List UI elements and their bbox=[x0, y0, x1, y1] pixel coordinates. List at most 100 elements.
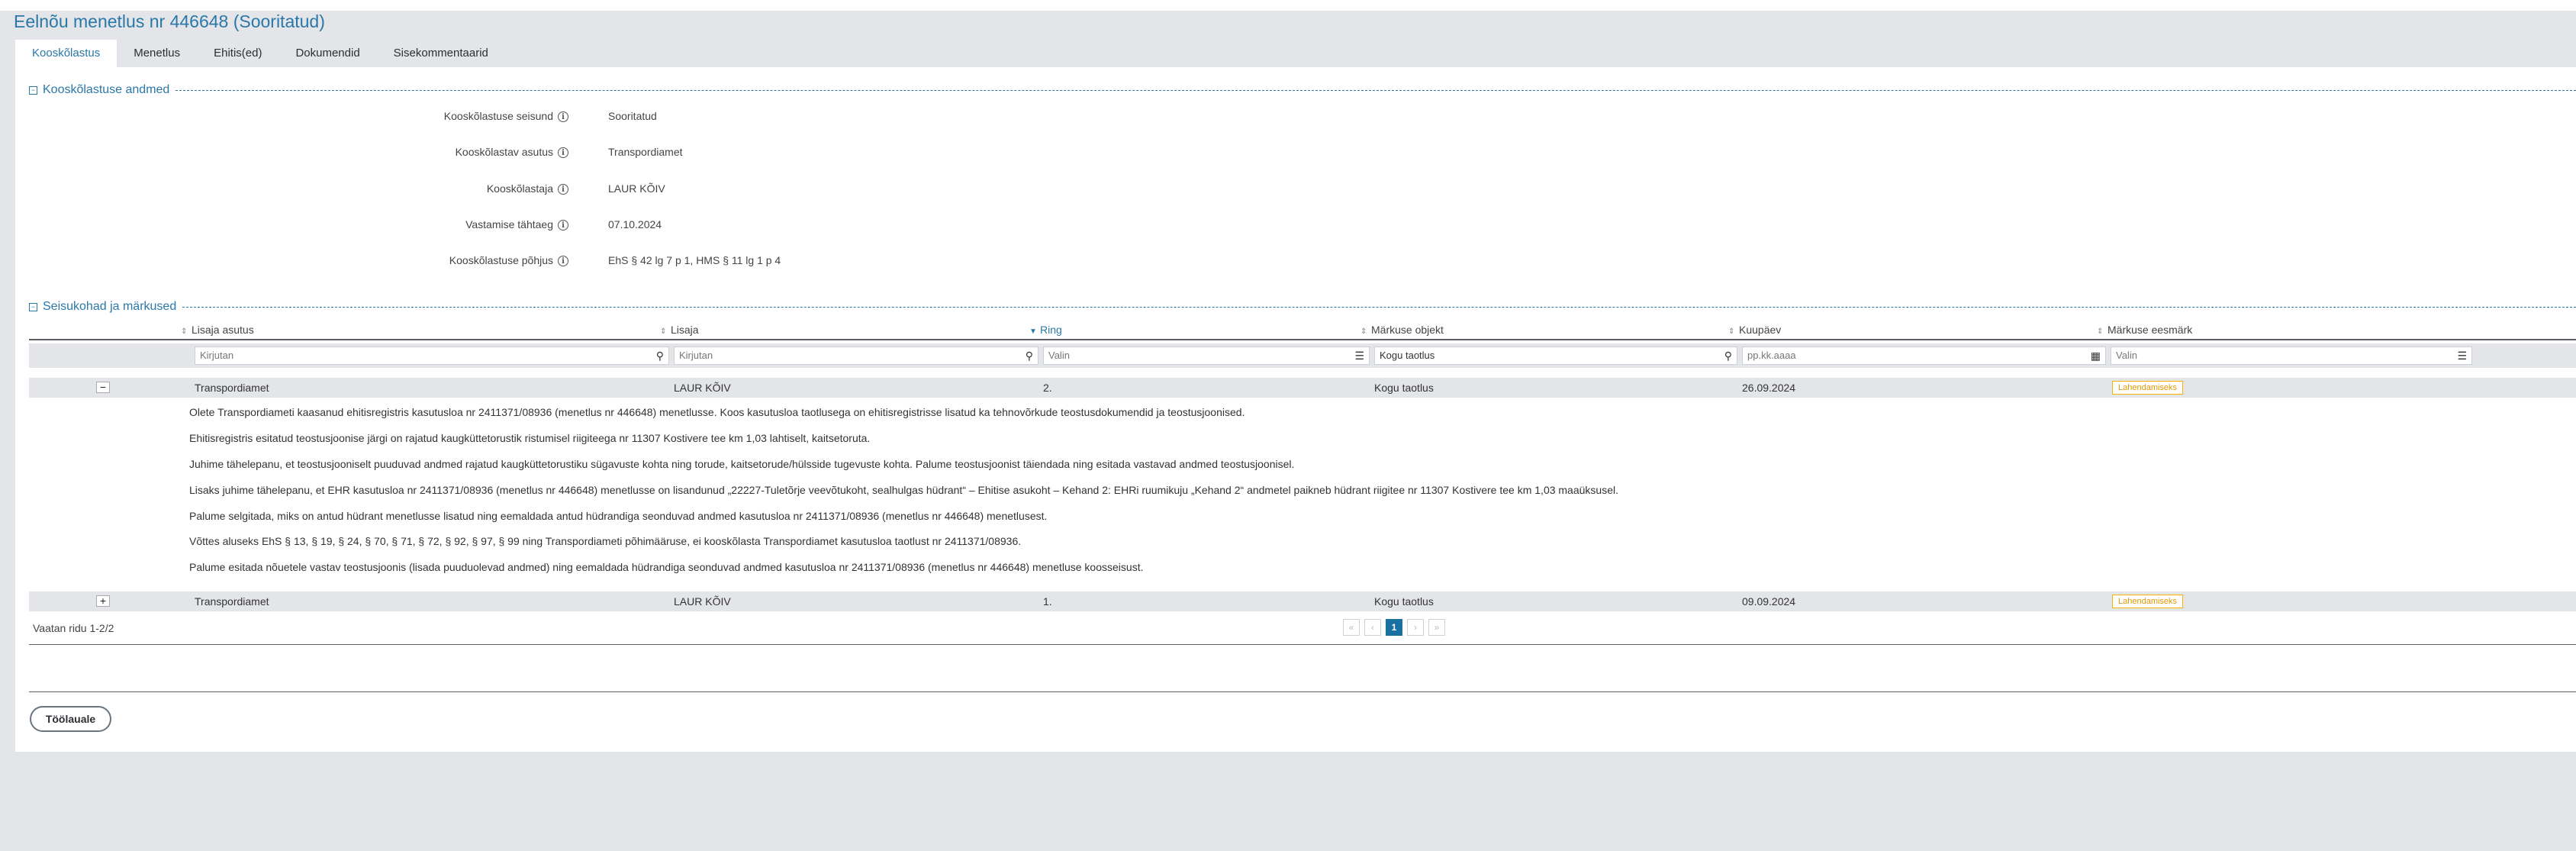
tab-dokumendid[interactable]: Dokumendid bbox=[279, 40, 376, 67]
cell-kuupaev: 09.09.2024 bbox=[1742, 595, 1796, 608]
tab-menetlus[interactable]: Menetlus bbox=[117, 40, 197, 67]
search-icon[interactable]: ⚲ bbox=[656, 347, 664, 364]
row-count-info: Vaatan ridu 1-2/2 bbox=[33, 622, 114, 634]
section-divider bbox=[182, 306, 2576, 308]
column-label: Kuupäev bbox=[1739, 324, 1782, 336]
field-label: Kooskõlastuse põhjus bbox=[449, 254, 553, 266]
info-icon[interactable]: i bbox=[558, 111, 568, 122]
list-icon[interactable]: ☰ bbox=[2457, 347, 2467, 364]
detail-paragraph: Palume esitada nõuetele vastav teostusjo… bbox=[189, 561, 1144, 573]
info-icon[interactable]: i bbox=[558, 183, 568, 195]
tab-bar: Kooskõlastus Menetlus Ehitis(ed) Dokumen… bbox=[15, 40, 505, 67]
section-title: Seisukohad ja märkused bbox=[43, 300, 177, 313]
filter-value: Kogu taotlus bbox=[1380, 350, 1435, 361]
main-content: − Kooskõlastuse andmed Kooskõlastuse sei… bbox=[15, 67, 2576, 752]
filter-placeholder: Valin bbox=[2116, 350, 2137, 361]
filter-placeholder: Valin bbox=[1048, 350, 1070, 361]
table-bottom-divider bbox=[29, 644, 2576, 645]
field-value: Transpordiamet bbox=[608, 146, 683, 158]
filter-placeholder: Kirjutan bbox=[679, 350, 713, 361]
next-page-button[interactable]: › bbox=[1407, 619, 1424, 636]
filter-lisaja[interactable]: Kirjutan ⚲ bbox=[674, 347, 1038, 365]
info-icon[interactable]: i bbox=[558, 219, 568, 230]
collapse-icon[interactable]: − bbox=[29, 85, 37, 95]
expand-row-button[interactable]: + bbox=[96, 595, 110, 607]
tab-sisekommentaarid[interactable]: Sisekommentaarid bbox=[377, 40, 505, 67]
cell-asutus: Transpordiamet bbox=[195, 382, 269, 394]
collapse-icon[interactable]: − bbox=[29, 302, 37, 311]
tab-kooskolastus[interactable]: Kooskõlastus bbox=[15, 40, 118, 67]
cell-objekt: Kogu taotlus bbox=[1374, 382, 1434, 394]
column-header-ring[interactable]: ▼ Ring bbox=[1029, 321, 1062, 341]
cell-kuupaev: 26.09.2024 bbox=[1742, 382, 1796, 394]
detail-paragraph: Võttes aluseks EhS § 13, § 19, § 24, § 7… bbox=[189, 535, 1022, 547]
filter-placeholder: pp.kk.aaaa bbox=[1747, 350, 1796, 361]
header-divider bbox=[29, 339, 2576, 340]
field-row-tahtaeg: Vastamise tähtaeg i 07.10.2024 bbox=[15, 217, 1084, 232]
filter-markuse-objekt[interactable]: Kogu taotlus ⚲ bbox=[1374, 347, 1737, 365]
prev-page-button[interactable]: ‹ bbox=[1364, 619, 1381, 636]
field-label: Kooskõlastav asutus bbox=[455, 146, 553, 158]
field-value: LAUR KÕIV bbox=[608, 182, 665, 195]
search-icon[interactable]: ⚲ bbox=[1026, 347, 1033, 364]
filter-markuse-eesmark[interactable]: Valin ☰ bbox=[2111, 347, 2472, 365]
column-header-lisaja[interactable]: ⇕ Lisaja bbox=[660, 321, 699, 341]
cell-ring: 1. bbox=[1043, 595, 1052, 608]
column-label: Lisaja bbox=[671, 324, 699, 336]
section-title: Kooskõlastuse andmed bbox=[43, 83, 170, 96]
detail-paragraph: Lisaks juhime tähelepanu, et EHR kasutus… bbox=[189, 484, 1618, 496]
info-icon[interactable]: i bbox=[558, 147, 568, 158]
field-row-pohjus: Kooskõlastuse põhjus i EhS § 42 lg 7 p 1,… bbox=[15, 253, 1084, 268]
column-label: Märkuse objekt bbox=[1371, 324, 1444, 336]
filter-placeholder: Kirjutan bbox=[200, 350, 234, 361]
field-label: Kooskõlastuse seisund bbox=[443, 110, 553, 122]
column-header-lisaja-asutus[interactable]: ⇕ Lisaja asutus bbox=[181, 321, 254, 341]
status-badge: Lahendamiseks bbox=[2112, 595, 2184, 608]
column-label: Lisaja asutus bbox=[192, 324, 254, 336]
cell-lisaja: LAUR KÕIV bbox=[674, 382, 731, 394]
detail-paragraph: Palume selgitada, miks on antud hüdrant … bbox=[189, 510, 1048, 522]
collapse-row-button[interactable]: − bbox=[96, 382, 110, 393]
tab-ehitised[interactable]: Ehitis(ed) bbox=[197, 40, 279, 67]
field-value: Sooritatud bbox=[608, 110, 657, 122]
section-header-seisukohad[interactable]: − Seisukohad ja märkused bbox=[29, 299, 2576, 314]
filter-row: Kirjutan ⚲ Kirjutan ⚲ Valin ☰ Kogu taotlus ⚲… bbox=[29, 343, 2576, 368]
last-page-button[interactable]: » bbox=[1428, 619, 1445, 636]
list-icon[interactable]: ☰ bbox=[1354, 347, 1364, 364]
section-header-kooskolastuse-andmed[interactable]: − Kooskõlastuse andmed bbox=[29, 82, 2576, 98]
pagination: « ‹ 1 › » bbox=[1343, 619, 1445, 636]
cell-objekt: Kogu taotlus bbox=[1374, 595, 1434, 608]
field-value: 07.10.2024 bbox=[608, 218, 662, 230]
detail-paragraph: Ehitisregistris esitatud teostusjoonise … bbox=[189, 432, 871, 444]
detail-paragraph: Juhime tähelepanu, et teostusjooniselt p… bbox=[189, 458, 1295, 470]
first-page-button[interactable]: « bbox=[1343, 619, 1360, 636]
status-badge: Lahendamiseks bbox=[2112, 381, 2184, 395]
field-row-kooskolastaja: Kooskõlastaja i LAUR KÕIV bbox=[15, 181, 1084, 196]
field-row-seisund: Kooskõlastuse seisund i Sooritatud bbox=[15, 108, 1084, 124]
filter-ring[interactable]: Valin ☰ bbox=[1043, 347, 1370, 365]
section-divider bbox=[175, 89, 2576, 91]
column-header-markuse-eesmark[interactable]: ⇕ Märkuse eesmärk bbox=[2097, 321, 2192, 341]
field-row-asutus: Kooskõlastav asutus i Transpordiamet bbox=[15, 144, 1084, 160]
filter-lisaja-asutus[interactable]: Kirjutan ⚲ bbox=[195, 347, 669, 365]
cell-asutus: Transpordiamet bbox=[195, 595, 269, 608]
top-strip bbox=[0, 0, 2576, 11]
info-icon[interactable]: i bbox=[558, 255, 568, 266]
table-row[interactable]: + Transpordiamet LAUR KÕIV 1. Kogu taotl… bbox=[29, 592, 2576, 611]
cell-lisaja: LAUR KÕIV bbox=[674, 595, 731, 608]
table-row[interactable]: − Transpordiamet LAUR KÕIV 2. Kogu taotl… bbox=[29, 378, 2576, 398]
current-page-button[interactable]: 1 bbox=[1386, 619, 1402, 636]
calendar-icon[interactable]: ▦ bbox=[2091, 347, 2101, 364]
field-label: Vastamise tähtaeg bbox=[465, 218, 553, 230]
column-header-kuupaev[interactable]: ⇕ Kuupäev bbox=[1728, 321, 1781, 341]
column-label: Ring bbox=[1040, 324, 1062, 336]
column-header-markuse-objekt[interactable]: ⇕ Märkuse objekt bbox=[1360, 321, 1444, 341]
detail-paragraph: Olete Transpordiameti kaasanud ehitisreg… bbox=[189, 406, 1245, 418]
back-to-dashboard-button[interactable]: Töölauale bbox=[30, 706, 111, 732]
page-title: Eelnõu menetlus nr 446648 (Sooritatud) bbox=[14, 11, 325, 31]
search-icon[interactable]: ⚲ bbox=[1724, 347, 1732, 364]
column-label: Märkuse eesmärk bbox=[2107, 324, 2193, 336]
field-value: EhS § 42 lg 7 p 1, HMS § 11 lg 1 p 4 bbox=[608, 254, 781, 266]
filter-kuupaev[interactable]: pp.kk.aaaa ▦ bbox=[1742, 347, 2106, 365]
footer-divider bbox=[29, 691, 2576, 692]
